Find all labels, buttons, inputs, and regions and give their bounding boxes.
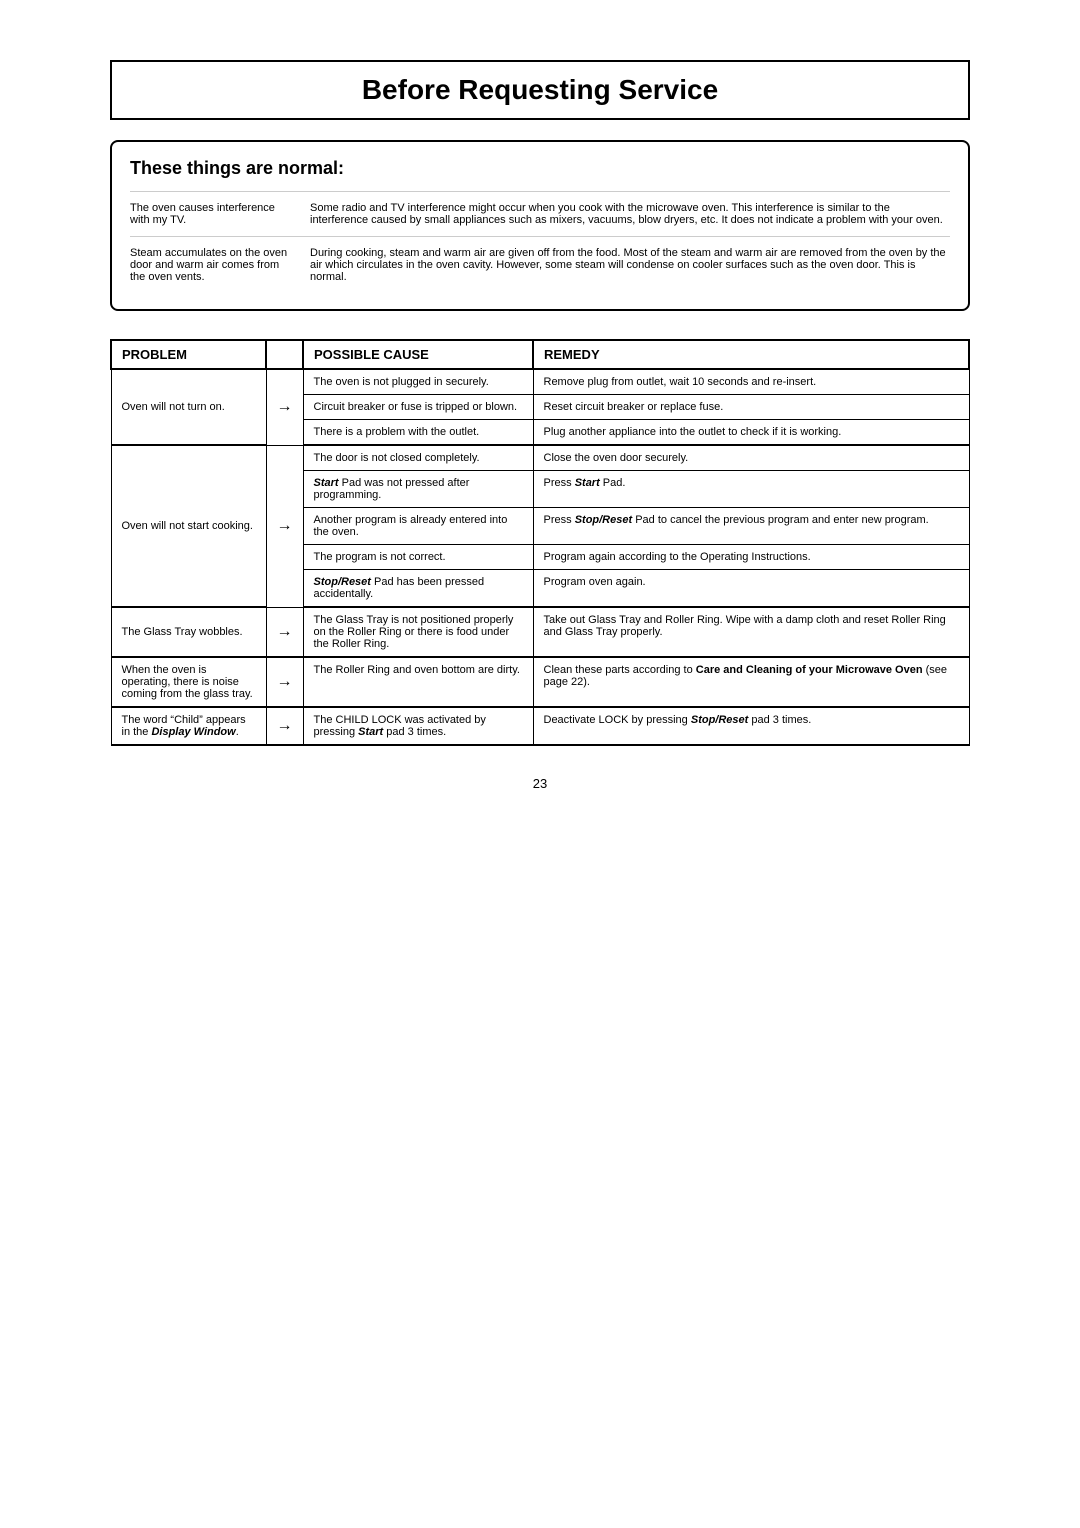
normal-row-2-right: During cooking, steam and warm air are g… [310, 247, 950, 283]
cause-cell: There is a problem with the outlet. [303, 420, 533, 446]
remedy-cell: Program again according to the Operating… [533, 545, 969, 570]
header-remedy: REMEDY [533, 340, 969, 369]
table-row: Oven will not start cooking. → The door … [111, 445, 969, 471]
problem-cell-2: Oven will not start cooking. [111, 445, 266, 607]
cause-cell: The Glass Tray is not positioned properl… [303, 607, 533, 657]
cause-cell: Start Pad was not pressed after programm… [303, 471, 533, 508]
remedy-cell: Program oven again. [533, 570, 969, 608]
arrow-4: → [266, 657, 303, 707]
cause-cell: Circuit breaker or fuse is tripped or bl… [303, 395, 533, 420]
table-row: The Glass Tray wobbles. → The Glass Tray… [111, 607, 969, 657]
remedy-cell: Deactivate LOCK by pressing Stop/Reset p… [533, 707, 969, 745]
page: Before Requesting Service These things a… [110, 60, 970, 791]
normal-row-2: Steam accumulates on the oven door and w… [130, 236, 950, 293]
page-number: 23 [110, 776, 970, 791]
remedy-cell: Clean these parts according to Care and … [533, 657, 969, 707]
problem-cell-4: When the oven is operating, there is noi… [111, 657, 266, 707]
problem-cell-5: The word “Child” appears in the Display … [111, 707, 266, 745]
arrow-5: → [266, 707, 303, 745]
cause-cell: The oven is not plugged in securely. [303, 369, 533, 395]
normal-row-1-right: Some radio and TV interference might occ… [310, 202, 950, 226]
remedy-cell: Take out Glass Tray and Roller Ring. Wip… [533, 607, 969, 657]
table-row: Oven will not turn on. → The oven is not… [111, 369, 969, 395]
header-cause: POSSIBLE CAUSE [303, 340, 533, 369]
normal-row-1: The oven causes interference with my TV.… [130, 191, 950, 236]
remedy-cell: Plug another appliance into the outlet t… [533, 420, 969, 446]
page-title: Before Requesting Service [110, 60, 970, 120]
troubleshooting-table: PROBLEM POSSIBLE CAUSE REMEDY Oven will … [110, 339, 970, 746]
remedy-cell: Press Stop/Reset Pad to cancel the previ… [533, 508, 969, 545]
arrow-3: → [266, 607, 303, 657]
remedy-cell: Reset circuit breaker or replace fuse. [533, 395, 969, 420]
cause-cell: The Roller Ring and oven bottom are dirt… [303, 657, 533, 707]
normal-section: These things are normal: The oven causes… [110, 140, 970, 311]
problem-cell-3: The Glass Tray wobbles. [111, 607, 266, 657]
normal-row-2-left: Steam accumulates on the oven door and w… [130, 247, 290, 283]
remedy-cell: Press Start Pad. [533, 471, 969, 508]
table-row: The word “Child” appears in the Display … [111, 707, 969, 745]
cause-cell: Another program is already entered into … [303, 508, 533, 545]
normal-section-title: These things are normal: [130, 158, 950, 179]
normal-row-1-left: The oven causes interference with my TV. [130, 202, 290, 226]
header-problem: PROBLEM [111, 340, 266, 369]
table-row: When the oven is operating, there is noi… [111, 657, 969, 707]
cause-cell: The door is not closed completely. [303, 445, 533, 471]
remedy-cell: Close the oven door securely. [533, 445, 969, 471]
arrow-2: → [266, 445, 303, 607]
problem-cell-1: Oven will not turn on. [111, 369, 266, 445]
cause-cell: The program is not correct. [303, 545, 533, 570]
cause-cell: The CHILD LOCK was activated by pressing… [303, 707, 533, 745]
arrow-1: → [266, 369, 303, 445]
cause-cell: Stop/Reset Pad has been pressed accident… [303, 570, 533, 608]
remedy-cell: Remove plug from outlet, wait 10 seconds… [533, 369, 969, 395]
